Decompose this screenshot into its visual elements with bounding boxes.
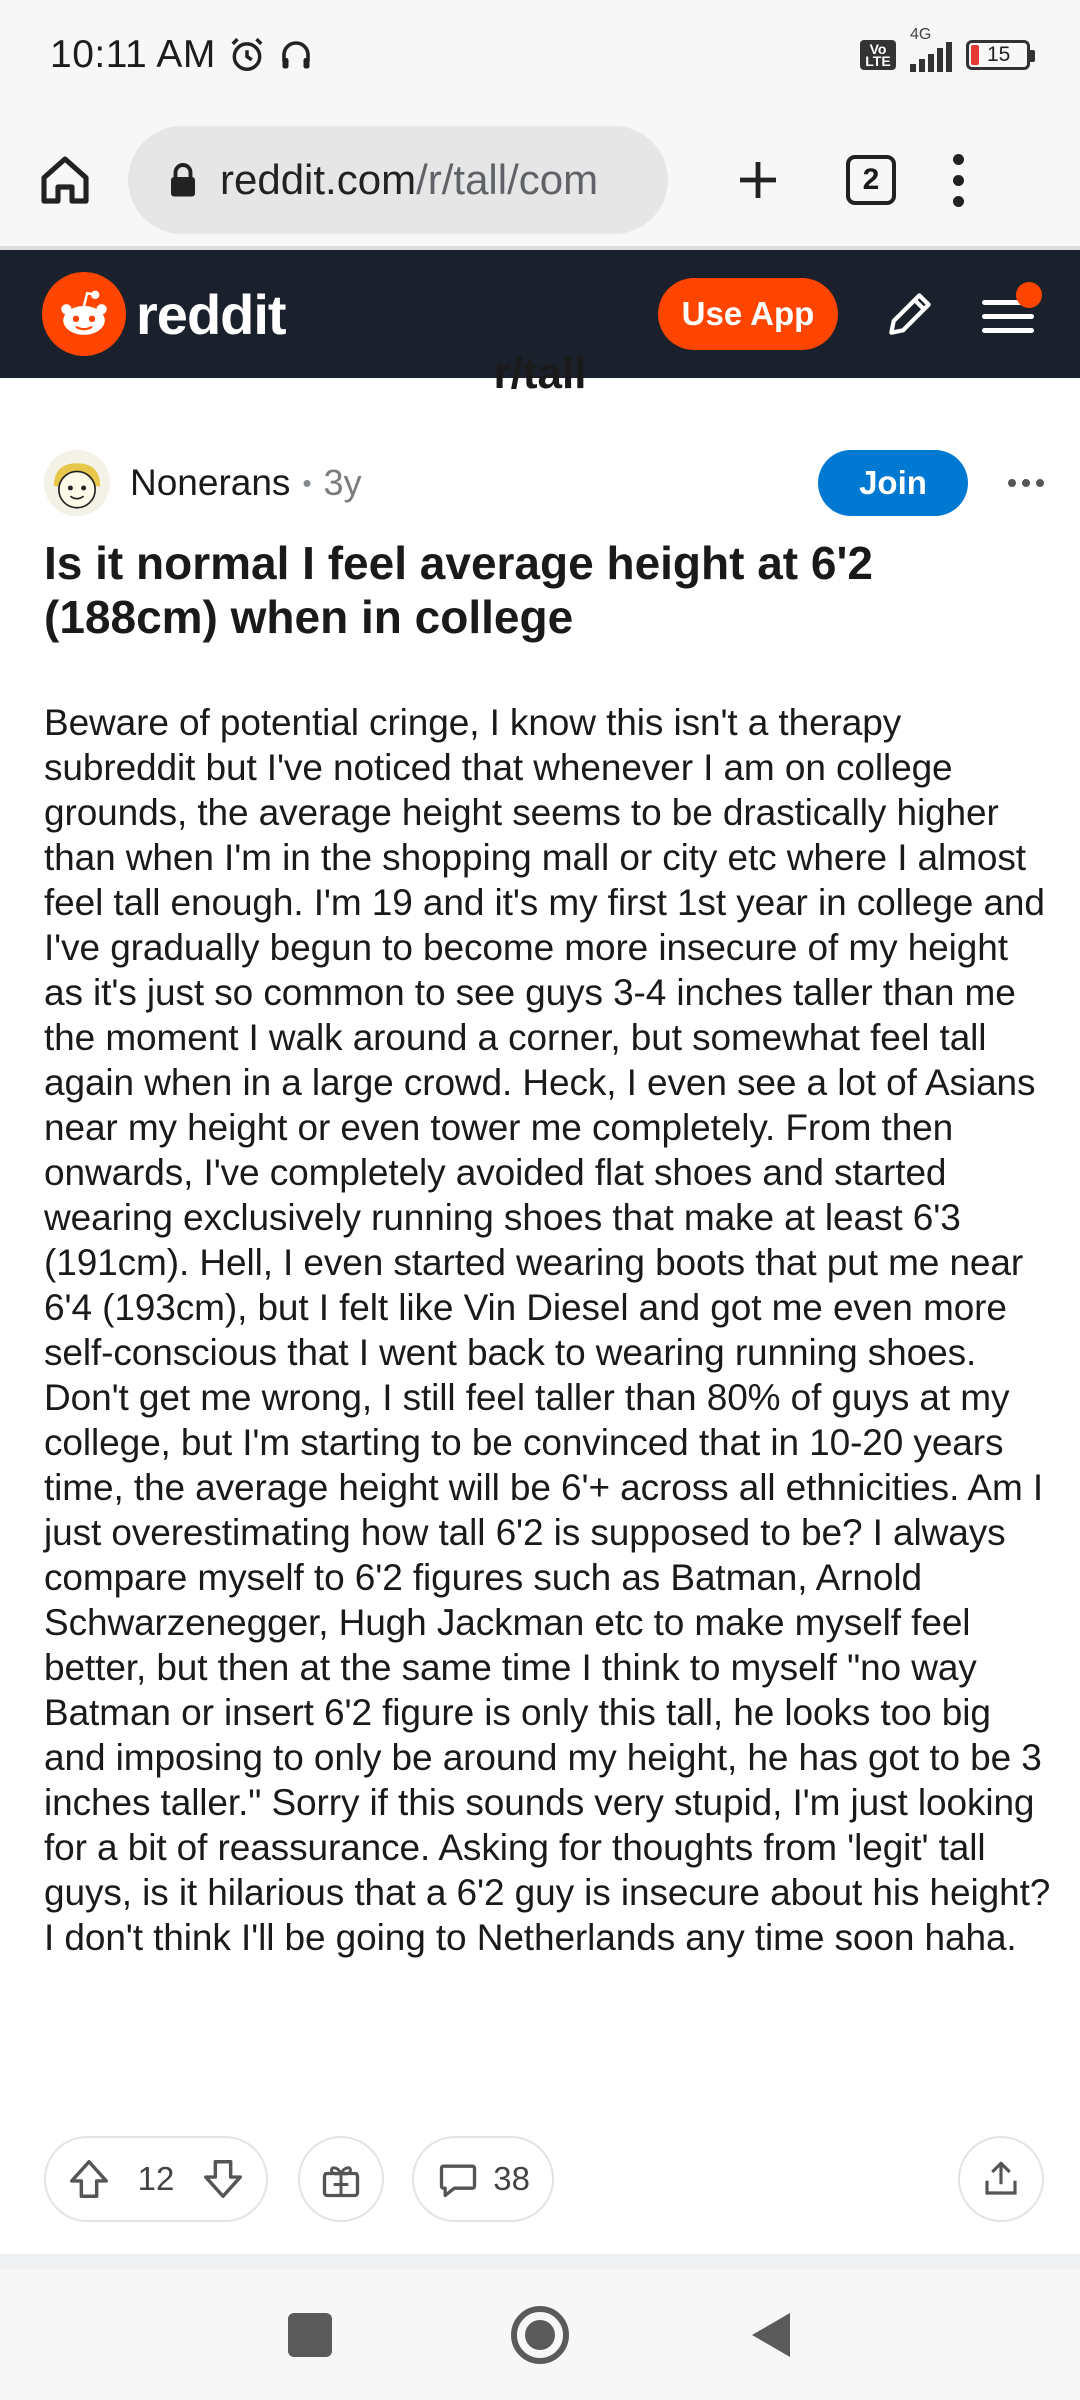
comment-count: 38 xyxy=(493,2160,530,2197)
signal-icon: 4G xyxy=(910,26,952,72)
comments-button[interactable]: 38 xyxy=(412,2136,554,2222)
post-actions: 12 38 xyxy=(44,2135,1044,2223)
volte-icon: Vo LTE xyxy=(860,40,896,70)
share-button[interactable] xyxy=(958,2136,1044,2222)
address-bar[interactable]: reddit.com/r/tall/com xyxy=(128,126,668,234)
create-post-button[interactable] xyxy=(880,284,940,344)
browser-toolbar: reddit.com/r/tall/com 2 xyxy=(0,110,1080,250)
browser-menu-button[interactable] xyxy=(948,153,968,207)
tab-switcher-button[interactable]: 2 xyxy=(846,155,896,205)
home-button[interactable] xyxy=(30,145,100,215)
upvote-icon[interactable] xyxy=(66,2156,112,2202)
comment-icon xyxy=(439,2164,477,2198)
square-icon xyxy=(288,2313,332,2357)
headphones-icon xyxy=(282,41,310,69)
section-divider xyxy=(0,2254,1080,2270)
post-meta: Nonerans • 3y Join xyxy=(44,448,1044,518)
reddit-wordmark: reddit xyxy=(136,282,287,346)
more-options-button[interactable] xyxy=(1008,479,1044,487)
circle-icon xyxy=(511,2306,569,2364)
gift-icon xyxy=(322,2166,360,2198)
post-age: 3y xyxy=(323,462,362,503)
back-button[interactable] xyxy=(730,2295,810,2375)
plus-icon xyxy=(740,162,776,198)
recents-button[interactable] xyxy=(270,2295,350,2375)
vote-count: 12 xyxy=(137,2160,175,2197)
url-text: reddit.com/r/tall/com xyxy=(220,156,599,203)
network-type: 4G xyxy=(910,26,932,43)
home-icon xyxy=(41,156,89,204)
subreddit-title[interactable]: r/tall xyxy=(0,340,1080,390)
share-icon xyxy=(985,2161,1017,2195)
menu-button[interactable] xyxy=(978,282,1042,344)
post-author[interactable]: Nonerans xyxy=(130,462,290,504)
system-nav-bar xyxy=(0,2270,1080,2400)
battery-icon: 15 xyxy=(966,40,1035,70)
back-triangle-icon xyxy=(752,2313,790,2357)
lock-icon xyxy=(171,163,195,197)
vote-control: 12 xyxy=(44,2136,268,2222)
join-button[interactable]: Join xyxy=(818,450,968,516)
post-body: Beware of potential cringe, I know this … xyxy=(44,702,1051,1958)
avatar[interactable] xyxy=(44,450,110,516)
notification-dot xyxy=(1016,282,1042,308)
pencil-icon xyxy=(889,293,931,335)
meta-separator: • xyxy=(302,467,312,498)
downvote-icon[interactable] xyxy=(200,2156,246,2202)
status-time: 10:11 AM xyxy=(50,33,216,76)
home-nav-button[interactable] xyxy=(500,2295,580,2375)
status-bar: 10:11 AM Vo LTE 4G 15 xyxy=(0,0,1080,110)
battery-level: 15 xyxy=(987,43,1011,66)
post-title: Is it normal I feel average height at 6'… xyxy=(44,537,874,643)
new-tab-button[interactable] xyxy=(728,150,788,210)
alarm-icon xyxy=(231,37,263,71)
award-button[interactable] xyxy=(298,2136,384,2222)
